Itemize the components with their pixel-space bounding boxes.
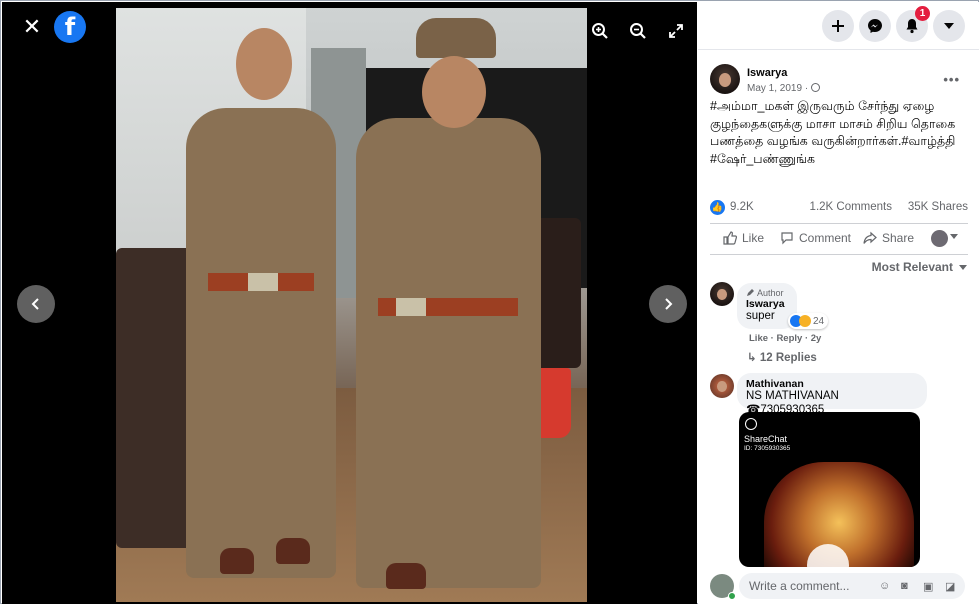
view-replies-link[interactable]: ↳ 12 Replies (747, 350, 817, 364)
zoom-in-icon[interactable] (590, 21, 610, 41)
comment-reactions[interactable]: 24 (788, 313, 829, 329)
share-id: ID: 7305930365 (744, 445, 791, 452)
zoom-out-icon[interactable] (628, 21, 648, 41)
comment-composer: ☺ ◙ ▣ ◪ (698, 567, 979, 604)
like-reaction-icon[interactable]: 👍 (710, 200, 725, 215)
facebook-logo[interactable]: f (54, 11, 86, 43)
post-actions: Like Comment Share (710, 228, 968, 252)
emoji-icon[interactable]: ☺ (879, 580, 892, 593)
chevron-right-icon[interactable] (649, 285, 687, 323)
sticker-icon[interactable]: ◪ (945, 580, 958, 593)
post-header: Iswarya May 1, 2019 · ••• (710, 64, 970, 100)
commenter-avatar[interactable] (710, 374, 734, 398)
comment-icon (781, 232, 793, 245)
close-icon[interactable]: ✕ (20, 15, 44, 39)
shared-image[interactable]: ShareChat ID: 7305930365 (739, 412, 920, 567)
comment-count[interactable]: 1.2K Comments (810, 201, 892, 213)
top-bar: 1 (698, 2, 979, 50)
chevron-down-icon (959, 264, 967, 270)
reaction-count[interactable]: 9.2K (730, 201, 754, 213)
author-name[interactable]: Iswarya (747, 67, 787, 79)
reply-arrow-icon: ↳ (747, 352, 760, 364)
comment-button[interactable]: Comment (780, 231, 851, 245)
divider (710, 223, 968, 224)
comment-bubble: Mathivanan NS MATHIVANAN ☎7305930365 (737, 373, 927, 416)
app-frame: ✕ f 1 Iswarya May 1, 2019 · ••• #அம்மா_ம… (0, 0, 979, 604)
reaction-as-avatar[interactable] (931, 230, 948, 247)
comment-sort-dropdown[interactable]: Most Relevant (872, 260, 967, 274)
post-date[interactable]: May 1, 2019 · (747, 83, 821, 94)
fullscreen-icon[interactable] (666, 21, 686, 41)
comment-author[interactable]: Iswarya (746, 298, 788, 310)
account-menu-caret-icon[interactable] (933, 10, 965, 42)
share-count[interactable]: 35K Shares (908, 201, 968, 213)
chevron-left-icon[interactable] (17, 285, 55, 323)
messenger-icon[interactable] (859, 10, 891, 42)
share-brand: ShareChat (744, 434, 788, 444)
notification-badge: 1 (915, 6, 930, 21)
online-status-dot (728, 592, 736, 600)
post-stats: 👍 9.2K 1.2K Comments 35K Shares (710, 200, 968, 216)
camera-icon[interactable]: ◙ (901, 580, 914, 593)
author-avatar[interactable] (710, 64, 740, 94)
comment-author[interactable]: Mathivanan (746, 378, 918, 390)
post-sidebar: 1 Iswarya May 1, 2019 · ••• #அம்மா_மகள் … (698, 2, 979, 604)
share-icon (863, 231, 877, 244)
globe-icon (811, 83, 821, 92)
post-text: #அம்மா_மகள் இருவரும் சேர்ந்து ஏழை குழந்த… (710, 99, 956, 166)
pencil-icon (747, 289, 754, 296)
chevron-down-icon[interactable] (950, 234, 958, 239)
comment-actions[interactable]: Like · Reply · 2y (749, 333, 821, 344)
comment-item: Author Iswarya super 24 Like · Reply · 2… (710, 282, 970, 364)
more-options-icon[interactable]: ••• (943, 72, 960, 87)
thumbs-up-icon (723, 231, 737, 245)
photo-viewer: ✕ f (2, 2, 697, 604)
author-badge: Author (746, 288, 788, 298)
officer-left (186, 28, 336, 578)
comment-text: super (746, 310, 775, 322)
share-button[interactable]: Share (863, 231, 914, 245)
sharechat-logo-icon (745, 418, 757, 430)
commenter-avatar[interactable] (710, 282, 734, 306)
officer-right (356, 18, 541, 589)
gif-icon[interactable]: ▣ (923, 580, 936, 593)
divider (710, 254, 968, 255)
like-button[interactable]: Like (723, 231, 764, 245)
haha-reaction-icon (799, 315, 811, 327)
post-photo (116, 8, 587, 602)
create-plus-icon[interactable] (822, 10, 854, 42)
